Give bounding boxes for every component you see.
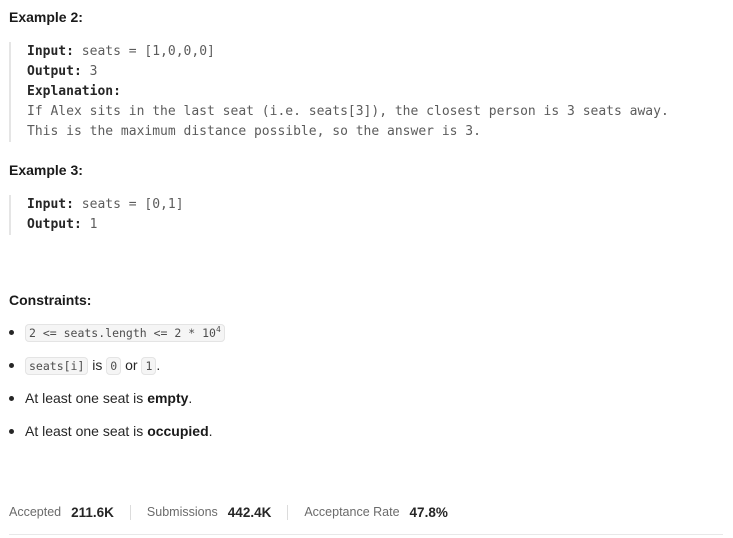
acceptance-rate-value: 47.8%: [409, 504, 448, 520]
output-label: Output:: [27, 64, 82, 79]
example-3-title: Example 3:: [9, 162, 83, 178]
constraint-bold: occupied: [147, 423, 209, 439]
constraint-text: is: [88, 357, 107, 373]
inline-code: 1: [141, 357, 157, 375]
constraint-length-code: 2 <= seats.length <= 2 * 10: [29, 326, 216, 340]
explanation-text-line-1: If Alex sits in the last seat (i.e. seat…: [27, 104, 669, 119]
explanation-label: Explanation:: [27, 84, 121, 99]
submissions-label: Submissions: [146, 505, 218, 519]
bottom-divider: [9, 534, 723, 535]
bullet-icon: [9, 429, 14, 434]
example-2-title: Example 2:: [9, 9, 83, 25]
output-value: 1: [81, 217, 98, 232]
output-value: 3: [81, 64, 98, 79]
input-value: seats = [0,1]: [73, 197, 184, 212]
output-label: Output:: [27, 217, 82, 232]
constraint-item-empty: At least one seat is empty.: [9, 388, 225, 421]
bullet-icon: [9, 396, 14, 401]
example-3-output-line: Output: 1: [27, 215, 184, 235]
acceptance-rate-label: Acceptance Rate: [304, 505, 400, 519]
constraints-list: 2 <= seats.length <= 2 * 104 seats[i] is…: [9, 322, 225, 454]
bullet-icon: [9, 330, 14, 335]
stats-bar: Accepted 211.6K Submissions 442.4K Accep…: [9, 503, 448, 521]
bullet-icon: [9, 363, 14, 368]
constraint-text: At least one seat is: [25, 390, 148, 406]
inline-code: 2 <= seats.length <= 2 * 104: [25, 324, 225, 342]
constraint-item-values: seats[i] is 0 or 1.: [9, 355, 225, 388]
constraint-item-length: 2 <= seats.length <= 2 * 104: [9, 322, 225, 355]
inline-code: 0: [106, 357, 122, 375]
constraint-text: At least one seat is: [25, 423, 148, 439]
stat-divider: [287, 504, 289, 520]
input-label: Input:: [27, 44, 74, 59]
example-3-block: Input: seats = [0,1] Output: 1: [9, 195, 184, 235]
explanation-text-line-2: This is the maximum distance possible, s…: [27, 124, 481, 139]
example-3-input-line: Input: seats = [0,1]: [27, 195, 184, 215]
example-2-output-line: Output: 3: [27, 62, 669, 82]
submissions-value: 442.4K: [227, 504, 272, 520]
input-value: seats = [1,0,0,0]: [73, 44, 215, 59]
example-2-block: Input: seats = [1,0,0,0] Output: 3 Expla…: [9, 42, 669, 142]
constraints-title: Constraints:: [9, 292, 92, 308]
accepted-value: 211.6K: [71, 504, 114, 520]
stat-divider: [129, 504, 131, 520]
constraint-text: .: [156, 357, 161, 373]
exponent: 4: [215, 325, 221, 335]
constraint-item-occupied: At least one seat is occupied.: [9, 421, 225, 454]
example-2-explanation-line: Explanation:: [27, 82, 669, 102]
example-2-input-line: Input: seats = [1,0,0,0]: [27, 42, 669, 62]
constraint-text: .: [208, 423, 213, 439]
constraint-text: or: [121, 357, 142, 373]
constraint-text: .: [188, 390, 193, 406]
input-label: Input:: [27, 197, 74, 212]
inline-code: seats[i]: [25, 357, 89, 375]
accepted-label: Accepted: [9, 505, 62, 519]
constraint-bold: empty: [147, 390, 189, 406]
